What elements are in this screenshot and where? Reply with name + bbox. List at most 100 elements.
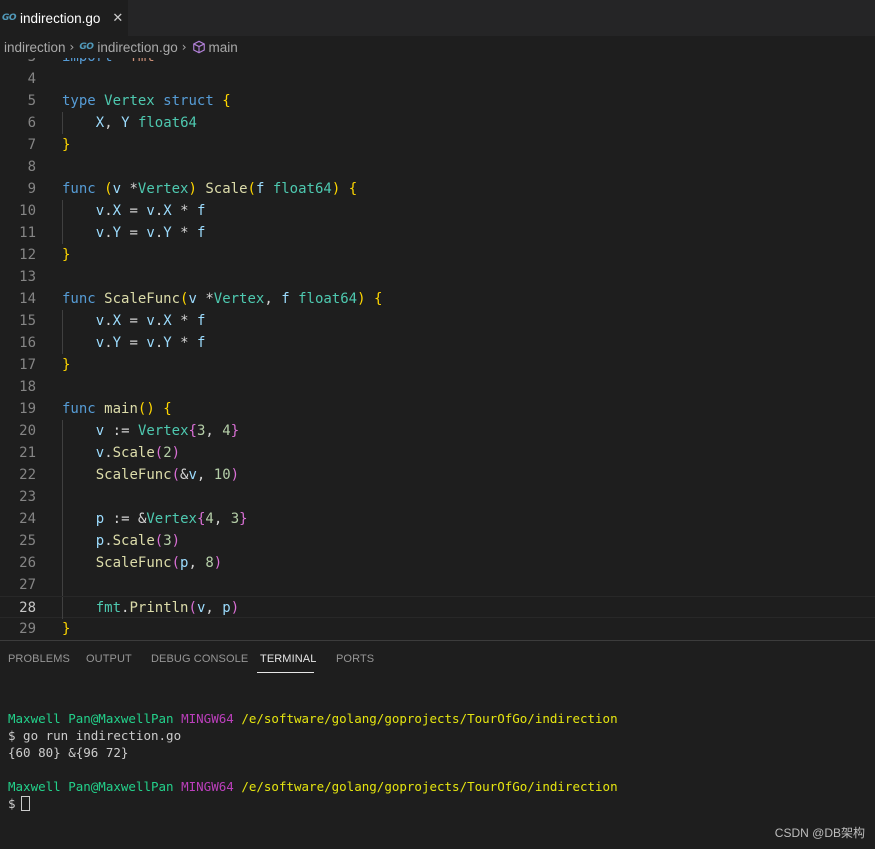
chevron-right-icon: › xyxy=(69,40,75,54)
code-line[interactable]: 22 ScaleFunc(&v, 10) xyxy=(0,464,875,486)
code-line[interactable]: 8 xyxy=(0,156,875,178)
terminal-system: MINGW64 xyxy=(181,779,234,794)
breadcrumb-symbol[interactable]: main xyxy=(209,40,238,55)
code-line[interactable]: 21 v.Scale(2) xyxy=(0,442,875,464)
bottom-panel: PROBLEMS OUTPUT DEBUG CONSOLE TERMINAL P… xyxy=(0,640,875,849)
code-line[interactable]: 7} xyxy=(0,134,875,156)
line-number: 27 xyxy=(19,577,36,593)
code-line[interactable]: 18 xyxy=(0,376,875,398)
terminal-input-prompt: $ xyxy=(8,796,16,811)
tab-title: indirection.go xyxy=(20,10,101,26)
code-line[interactable]: 6 X, Y float64 xyxy=(0,112,875,134)
code-line[interactable]: 26 ScaleFunc(p, 8) xyxy=(0,552,875,574)
code-line[interactable]: 23 xyxy=(0,486,875,508)
tab-output[interactable]: OUTPUT xyxy=(86,653,132,665)
line-number: 25 xyxy=(19,533,36,549)
code-text: v.Y = v.Y * f xyxy=(95,335,206,351)
code-line[interactable]: 16 v.Y = v.Y * f xyxy=(0,332,875,354)
code-line[interactable]: 3 import "fmt" xyxy=(0,58,875,68)
breadcrumb-folder[interactable]: indirection xyxy=(4,40,66,55)
line-number: 19 xyxy=(19,401,36,417)
go-file-icon: GO xyxy=(79,42,94,52)
symbol-method-cube-icon xyxy=(192,40,205,54)
line-number: 18 xyxy=(19,379,36,395)
terminal-user: Maxwell Pan@MaxwellPan xyxy=(8,779,174,794)
code-text: import "fmt" xyxy=(62,58,163,68)
code-line[interactable]: 19 func main() { xyxy=(0,398,875,420)
code-text: func main() { xyxy=(62,401,172,417)
tab-ports[interactable]: PORTS xyxy=(336,653,374,665)
terminal-user: Maxwell Pan@MaxwellPan xyxy=(8,711,174,726)
line-number: 23 xyxy=(19,489,36,505)
line-number: 13 xyxy=(19,269,36,285)
code-text: p.Scale(3) xyxy=(95,533,181,549)
code-text: v.Scale(2) xyxy=(95,445,181,461)
code-line[interactable]: 15 v.X = v.X * f xyxy=(0,310,875,332)
close-icon[interactable]: ✕ xyxy=(112,11,123,26)
code-line[interactable]: 9 func (v *Vertex) Scale(f float64) { xyxy=(0,178,875,200)
terminal-command: $ go run indirection.go xyxy=(8,728,182,743)
code-line[interactable]: 17} xyxy=(0,354,875,376)
line-number: 15 xyxy=(19,313,36,329)
line-number: 3 xyxy=(0,58,36,68)
code-text: } xyxy=(62,357,71,373)
code-text: ScaleFunc(&v, 10) xyxy=(95,467,240,483)
code-line[interactable]: 14 func ScaleFunc(v *Vertex, f float64) { xyxy=(0,288,875,310)
tab-terminal[interactable]: TERMINAL xyxy=(260,653,316,665)
code-line[interactable]: 28 fmt.Println(v, p) xyxy=(0,596,875,619)
indent-guide xyxy=(62,574,63,596)
indent-guide xyxy=(62,486,63,508)
watermark: CSDN @DB架构 xyxy=(774,826,865,840)
code-text: func ScaleFunc(v *Vertex, f float64) { xyxy=(62,291,383,307)
code-text: func (v *Vertex) Scale(f float64) { xyxy=(62,181,358,197)
code-text: v.Y = v.Y * f xyxy=(95,225,206,241)
line-number: 11 xyxy=(19,225,36,241)
line-number: 20 xyxy=(19,423,36,439)
code-text: } xyxy=(62,137,71,153)
panel-tab-bar: PROBLEMS OUTPUT DEBUG CONSOLE TERMINAL P… xyxy=(0,641,875,675)
code-line[interactable]: 13 xyxy=(0,266,875,288)
terminal-path: /e/software/golang/goprojects/TourOfGo/i… xyxy=(241,711,618,726)
code-line[interactable]: 20 v := Vertex{3, 4} xyxy=(0,420,875,442)
code-line[interactable]: 27 xyxy=(0,574,875,596)
code-text: v.X = v.X * f xyxy=(95,313,206,329)
tab-indirection-go[interactable]: GO indirection.go ✕ xyxy=(0,0,128,36)
line-number: 7 xyxy=(27,137,36,153)
tab-debug-console[interactable]: DEBUG CONSOLE xyxy=(151,653,248,665)
code-text: fmt.Println(v, p) xyxy=(95,600,240,616)
code-text: ScaleFunc(p, 8) xyxy=(95,555,223,571)
line-number: 9 xyxy=(27,181,36,197)
code-line[interactable]: 12} xyxy=(0,244,875,266)
terminal-output: {60 80} &{96 72} xyxy=(8,745,129,760)
code-text: } xyxy=(62,621,71,637)
line-number: 6 xyxy=(27,115,36,131)
tab-problems[interactable]: PROBLEMS xyxy=(8,653,70,665)
terminal-prompt-line: Maxwell Pan@MaxwellPan MINGW64 /e/softwa… xyxy=(8,710,618,727)
code-line[interactable]: 4 xyxy=(0,68,875,90)
code-line[interactable]: 10 v.X = v.X * f xyxy=(0,200,875,222)
line-number: 26 xyxy=(19,555,36,571)
code-line[interactable]: 25 p.Scale(3) xyxy=(0,530,875,552)
line-number: 10 xyxy=(19,203,36,219)
line-number: 4 xyxy=(27,71,36,87)
editor-tab-bar: GO indirection.go ✕ xyxy=(0,0,875,36)
chevron-right-icon: › xyxy=(181,40,187,54)
code-line[interactable]: 24 p := &Vertex{4, 3} xyxy=(0,508,875,530)
terminal-cursor xyxy=(20,796,30,811)
code-editor[interactable]: 3 import "fmt" 4 5 type Vertex struct {6 X, … xyxy=(0,58,875,640)
breadcrumb: indirection › GO indirection.go › main xyxy=(0,36,875,58)
code-line[interactable]: 11 v.Y = v.Y * f xyxy=(0,222,875,244)
code-line[interactable]: 29} xyxy=(0,618,875,640)
code-text: v := Vertex{3, 4} xyxy=(95,423,240,439)
terminal-path: /e/software/golang/goprojects/TourOfGo/i… xyxy=(241,779,618,794)
line-number: 8 xyxy=(27,159,36,175)
code-line[interactable]: 5 type Vertex struct { xyxy=(0,90,875,112)
terminal-input-line[interactable]: $ xyxy=(8,795,30,812)
terminal-prompt-line: Maxwell Pan@MaxwellPan MINGW64 /e/softwa… xyxy=(8,778,618,795)
line-number: 14 xyxy=(19,291,36,307)
go-file-icon: GO xyxy=(2,13,17,23)
breadcrumb-file[interactable]: indirection.go xyxy=(97,40,177,55)
terminal-system: MINGW64 xyxy=(181,711,234,726)
line-number: 21 xyxy=(19,445,36,461)
line-number: 16 xyxy=(19,335,36,351)
